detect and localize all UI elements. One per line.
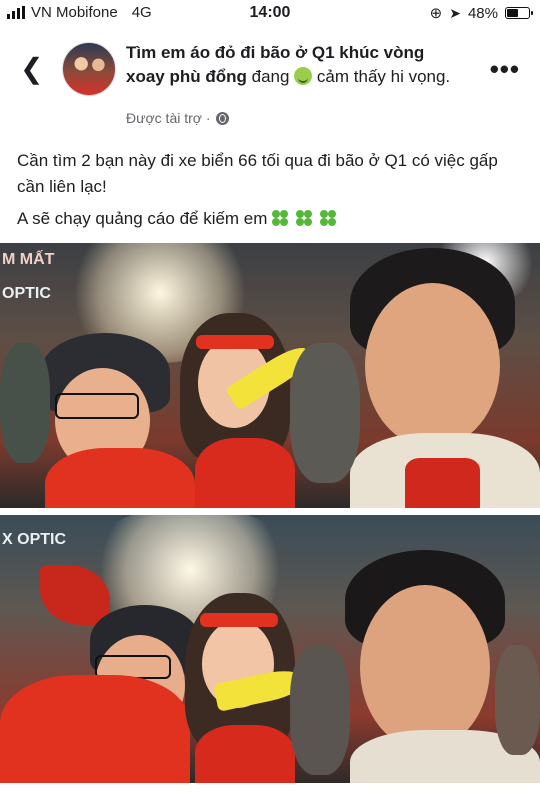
- battery-percent: 48%: [467, 4, 498, 22]
- four-leaf-clover-icon: [295, 210, 312, 226]
- person-glasses: [55, 393, 139, 419]
- shop-sign-text: OPTIC: [2, 285, 51, 302]
- headband: [200, 613, 278, 627]
- four-leaf-clover-icon: [319, 210, 336, 226]
- back-arrow-icon[interactable]: ❮: [20, 52, 43, 85]
- sponsored-label: Được tài trợ ·: [126, 110, 211, 126]
- battery-level-fill: [507, 9, 519, 17]
- relieved-face-emoji-icon: [294, 67, 313, 85]
- shop-sign-text: M MẤT: [2, 251, 55, 268]
- battery-icon: [505, 7, 533, 19]
- sponsored-line: Được tài trợ ·: [126, 110, 229, 126]
- post-body: Cần tìm 2 bạn này đi xe biển 66 tối qua …: [17, 148, 522, 238]
- red-jersey: [0, 675, 190, 783]
- post-body-line-2-wrap: A sẽ chạy quảng cáo để kiếm em: [17, 206, 522, 232]
- activity-feeling: cảm thấy hi vọng.: [316, 67, 451, 86]
- post-photo-2[interactable]: X OPTIC: [0, 515, 540, 783]
- headband: [196, 335, 274, 349]
- status-bar: VN Mobifone 4G 14:00 ⊕ ➤ 48%: [0, 0, 540, 28]
- crowd-background: [0, 343, 50, 463]
- post-header: ❮ Tìm em áo đỏ đi bão ở Q1 khúc vòng xoa…: [0, 34, 540, 134]
- status-icons: ⊕ ➤ 48%: [429, 4, 533, 22]
- person-face: [360, 585, 490, 750]
- globe-icon: [215, 111, 229, 125]
- page-avatar[interactable]: [62, 42, 116, 96]
- location-arrow-icon: ➤: [449, 4, 461, 21]
- activity-prefix: đang: [251, 67, 290, 86]
- post-body-line-2: A sẽ chạy quảng cáo để kiếm em: [17, 209, 268, 228]
- post-title: Tìm em áo đỏ đi bão ở Q1 khúc vòng xoay …: [126, 41, 456, 89]
- crowd-background: [495, 645, 540, 755]
- person-face: [365, 283, 500, 448]
- shop-sign-text: X OPTIC: [2, 531, 67, 548]
- red-jersey: [195, 438, 295, 508]
- post-body-line-1: Cần tìm 2 bạn này đi xe biển 66 tối qua …: [17, 151, 498, 196]
- red-jersey: [195, 725, 295, 783]
- red-shirt: [405, 458, 480, 508]
- crowd-background: [290, 343, 360, 483]
- four-leaf-clover-icon: [272, 210, 289, 226]
- red-jersey: [45, 448, 195, 508]
- screen-rotation-lock-icon: ⊕: [429, 5, 443, 22]
- crowd-background: [290, 645, 350, 775]
- more-options-icon[interactable]: •••: [490, 54, 520, 85]
- post-photo-1[interactable]: M MẤT OPTIC: [0, 243, 540, 508]
